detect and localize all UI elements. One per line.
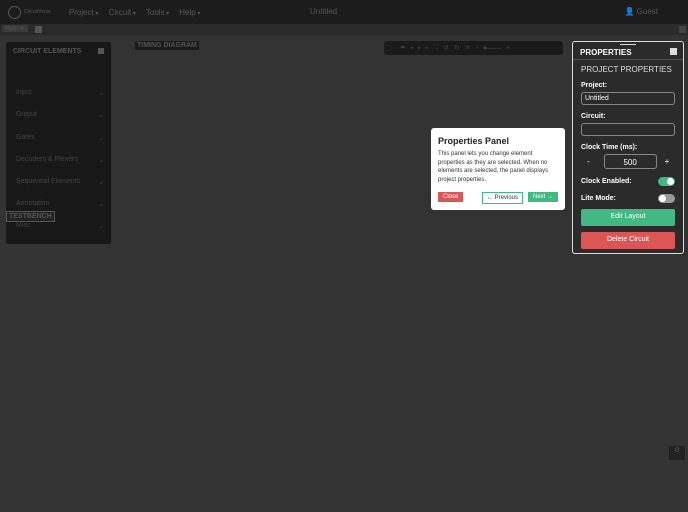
properties-panel: PROPERTIES PROJECT PROPERTIES Project: U… — [572, 41, 684, 254]
fullscreen-icon[interactable]: ✕ — [465, 44, 471, 52]
category-label: Output — [16, 111, 38, 118]
zoom-out-icon[interactable]: - — [476, 45, 478, 52]
edit-layout-button[interactable]: Edit Layout — [581, 209, 675, 226]
chevron-down-icon: ⌄ — [98, 157, 104, 164]
chevron-down-icon: ⌄ — [98, 112, 104, 119]
clock-time-input[interactable]: 500 — [603, 154, 657, 169]
category-misc[interactable]: Misc ⌄ — [16, 222, 104, 230]
category-label: Misc — [16, 222, 31, 229]
menu-project[interactable]: Project — [69, 8, 99, 17]
logo-text: CircuitVerse — [24, 9, 51, 15]
category-label: Gates — [16, 134, 35, 141]
category-annotation[interactable]: Annotation ⌄ — [16, 200, 104, 208]
zoom-slider[interactable]: ●—— — [483, 45, 501, 52]
menu-tools[interactable]: Tools — [146, 8, 169, 17]
minimize-icon[interactable] — [98, 48, 104, 54]
chevron-down-icon: ⌄ — [98, 223, 104, 230]
user-menu[interactable]: 👤 Guest — [624, 7, 658, 16]
project-label: Project: — [581, 82, 608, 89]
clock-enabled-label: Clock Enabled: — [581, 178, 632, 185]
tab-main[interactable]: Main ✕ — [2, 25, 28, 32]
category-sequential[interactable]: Sequential Elements ⌄ — [16, 178, 104, 186]
delete-circuit-button[interactable]: Delete Circuit — [581, 232, 675, 249]
fit-icon[interactable]: ⛶ — [433, 44, 438, 52]
zoom-in-icon[interactable]: + — [506, 45, 510, 52]
close-icon[interactable]: ✕ — [20, 26, 25, 32]
undo-icon[interactable]: ↺ — [443, 44, 449, 52]
tab-label: Main — [5, 26, 19, 32]
menu-help[interactable]: Help — [179, 8, 200, 17]
increment-button[interactable]: + — [665, 157, 670, 166]
main-menu: Project Circuit Tools Help — [69, 8, 200, 17]
category-gates[interactable]: Gates ⌄ — [16, 134, 104, 142]
copy-icon[interactable]: ▪ — [418, 45, 420, 52]
previous-button[interactable]: ← Previous — [482, 192, 524, 204]
circuit-name-input[interactable] — [581, 123, 675, 136]
panel-title: PROPERTIES — [580, 48, 632, 57]
panel-title: CIRCUIT ELEMENTS — [13, 48, 82, 55]
canvas-toolbar: ⏶ ▪ ▪ ▪ ⛶ ↺ ↻ ✕ - ●—— + — [384, 41, 563, 55]
category-label: Decoders & Plexers — [16, 156, 78, 163]
upload-icon[interactable]: ⏶ — [400, 44, 406, 52]
decrement-button[interactable]: - — [587, 157, 590, 166]
popover-description: This panel lets you change element prope… — [438, 151, 549, 183]
testbench-toggle[interactable]: TESTBENCH — [6, 211, 55, 222]
top-bar: CircuitVerse Project Circuit Tools Help … — [0, 0, 688, 24]
logo[interactable]: CircuitVerse — [8, 5, 51, 19]
chevron-down-icon: ⌄ — [98, 201, 104, 208]
clock-enabled-toggle[interactable] — [658, 177, 675, 186]
tabs-expand-button[interactable] — [679, 26, 686, 33]
clock-time-label: Clock Time (ms): — [581, 144, 638, 151]
user-name: Guest — [636, 7, 658, 16]
close-button[interactable]: Close — [438, 192, 464, 202]
image-icon[interactable]: ▪ — [426, 45, 428, 52]
project-name-input[interactable]: Untitled — [581, 92, 675, 105]
chevron-down-icon: ⌄ — [98, 135, 104, 142]
chevron-down-icon: ⌄ — [98, 179, 104, 186]
category-label: Annotation — [16, 200, 50, 207]
project-title[interactable]: Untitled — [310, 7, 337, 16]
category-input[interactable]: Input ⌄ — [16, 89, 104, 97]
menu-circuit[interactable]: Circuit — [109, 8, 136, 17]
category-decoders[interactable]: Decoders & Plexers ⌄ — [16, 156, 104, 164]
minimize-icon[interactable] — [670, 48, 677, 55]
next-button[interactable]: Next → — [527, 192, 558, 202]
category-label: Input — [16, 89, 32, 96]
section-title: PROJECT PROPERTIES — [581, 65, 672, 74]
tour-popover: Properties Panel This panel lets you cha… — [431, 128, 565, 210]
circuit-tab-bar: Main ✕ — [0, 24, 688, 35]
lite-mode-toggle[interactable] — [658, 194, 675, 203]
lite-mode-label: Lite Mode: — [581, 195, 616, 202]
redo-icon[interactable]: ↻ — [454, 44, 460, 52]
chevron-down-icon: ⌄ — [98, 90, 104, 97]
category-label: Sequential Elements — [16, 178, 81, 185]
popover-title: Properties Panel — [438, 136, 510, 146]
timing-diagram-toggle[interactable]: TIMING DIAGRAM — [135, 41, 199, 50]
settings-icon[interactable]: ⚙ — [669, 446, 685, 460]
globe-icon — [8, 5, 21, 19]
category-output[interactable]: Output ⌄ — [16, 111, 104, 119]
add-tab-button[interactable] — [35, 26, 42, 33]
circuit-label: Circuit: — [581, 113, 606, 120]
save-icon[interactable]: ▪ — [411, 45, 413, 52]
